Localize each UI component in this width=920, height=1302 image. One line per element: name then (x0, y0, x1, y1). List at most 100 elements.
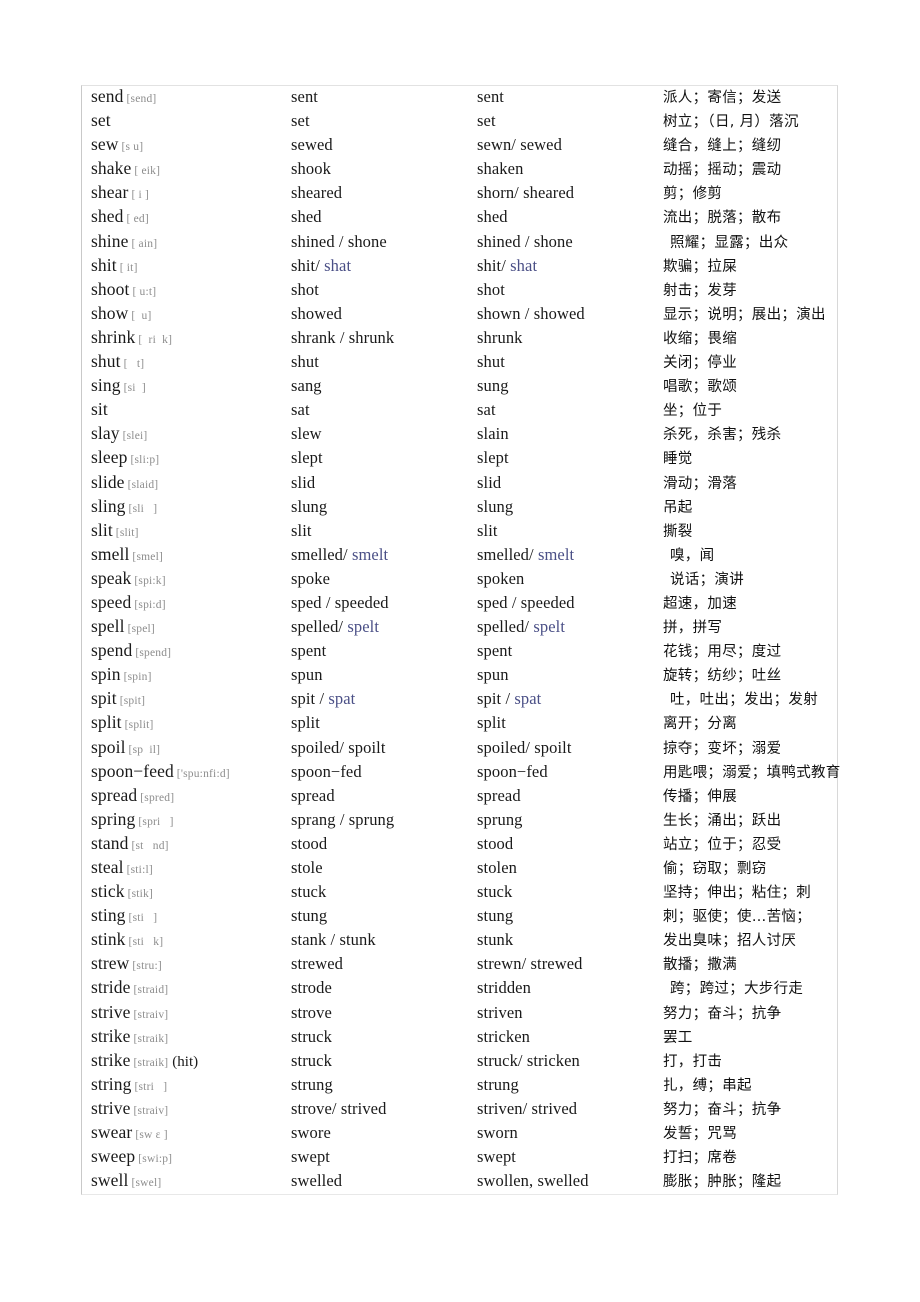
verb-past-cell: spelled/ spelt (291, 617, 477, 637)
verb-base-form: send (91, 86, 124, 106)
table-row: spin [spin] spun spun 旋转；纺纱；吐丝 (82, 664, 837, 688)
verb-past-form: shrank / shrunk (291, 327, 395, 347)
verb-base-cell: stink [sti k] (91, 929, 291, 950)
verb-participle-form: shit/ (477, 255, 511, 275)
verb-meaning-chinese: 散播；撒满 (663, 957, 737, 974)
verb-participle-cell: smelled/ smelt (477, 545, 663, 565)
verb-phonetic: [spri ] (138, 815, 174, 828)
verb-participle-form: slid (477, 472, 502, 492)
verb-participle-form: sprung (477, 809, 523, 829)
verb-meaning-cell: 吊起 (663, 496, 837, 517)
verb-participle-cell: sprung (477, 810, 663, 830)
verb-phonetic: [spend] (135, 647, 172, 660)
verb-participle-form: spit / (477, 689, 515, 709)
verb-base-cell: stick [stik] (91, 881, 291, 902)
table-row: spit [spit] spit / spat spit / spat 吐，吐出；发出；… (82, 688, 837, 712)
verb-meaning-cell: 发出臭味；招人讨厌 (663, 929, 837, 950)
verb-past-cell: spit / spat (291, 689, 477, 709)
verb-meaning-chinese: 唱歌；歌颂 (663, 379, 737, 396)
verb-phonetic: [ u:t] (132, 285, 157, 298)
verb-past-form: spoiled/ spoilt (291, 737, 386, 757)
verb-meaning-chinese: 发出臭味；招人讨厌 (663, 933, 797, 950)
verb-base-cell: slay [slei] (91, 423, 291, 444)
verb-base-cell: speed [spi:d] (91, 592, 291, 613)
verb-past-cell: swore (291, 1123, 477, 1143)
verb-phonetic: [spit] (119, 695, 146, 708)
verb-participle-cell: spit / spat (477, 689, 663, 709)
verb-base-cell: send [send] (91, 86, 291, 107)
verb-past-cell: sewed (291, 135, 477, 155)
verb-meaning-chinese: 嗅，闻 (670, 547, 715, 564)
verb-meaning-cell: 发誓；咒骂 (663, 1122, 837, 1143)
verb-meaning-chinese: 生长；涌出；跃出 (663, 812, 782, 829)
verb-base-form: strew (91, 953, 130, 974)
verb-phonetic: [sp il] (128, 743, 161, 756)
verb-base-cell: spend [spend] (91, 640, 291, 661)
verb-past-cell: spoon−fed (291, 762, 477, 782)
verb-base-cell: swell [swel] (91, 1170, 291, 1191)
verb-past-cell: shut (291, 352, 477, 372)
verb-past-cell: spent (291, 641, 477, 661)
verb-phonetic: [sti:l] (126, 864, 153, 876)
verb-phonetic: [ ain] (131, 237, 158, 250)
verb-base-form: sweep (91, 1146, 136, 1167)
verb-past-form: showed (291, 303, 343, 323)
verb-meaning-cell: 射击；发芽 (663, 279, 837, 300)
table-row: stride [straid] strode stridden 跨；跨过；大步行走 (82, 977, 837, 1001)
verb-past-form: strewed (291, 954, 344, 974)
verb-phonetic: [sti k] (128, 936, 164, 949)
verb-phonetic: [swel] (131, 1177, 162, 1190)
verb-meaning-cell: 坚持；伸出；粘住；刺 (663, 881, 837, 902)
verb-past-form: strove (291, 1002, 332, 1022)
verb-participle-form: spelled/ (477, 617, 534, 637)
table-row: sing [si ] sang sung 唱歌；歌颂 (82, 375, 837, 399)
verb-base-form: shoot (91, 278, 130, 299)
verb-past-cell: strove (291, 1003, 477, 1023)
verb-past-form: smelled/ (291, 544, 352, 564)
verb-base-cell: stride [straid] (91, 977, 291, 998)
verb-participle-cell: stricken (477, 1027, 663, 1047)
verb-participle-form: spun (477, 665, 509, 685)
verb-base-cell: spin [spin] (91, 664, 291, 685)
verb-meaning-chinese: 欺骗；拉屎 (663, 258, 737, 275)
verb-meaning-chinese: 缝合，缝上；缝纫 (663, 138, 782, 155)
verb-base-form: spoon−feed (91, 760, 174, 781)
verb-meaning-cell: 欺骗；拉屎 (663, 255, 837, 276)
verb-past-cell: sang (291, 376, 477, 396)
verb-meaning-cell: 流出；脱落；散布 (663, 206, 837, 227)
verb-participle-cell: spoiled/ spoilt (477, 738, 663, 758)
verb-participle-form: shined / shone (477, 231, 573, 251)
table-row: shed[ ed] shed shed 流出；脱落；散布 (82, 206, 837, 230)
verb-participle-cell: sped / speeded (477, 593, 663, 613)
verb-past-cell: slid (291, 473, 477, 493)
verb-meaning-chinese: 树立；（日, 月）落沉 (663, 114, 799, 131)
verb-base-form: shut (91, 351, 121, 372)
verb-base-form: stink (91, 929, 126, 950)
verb-participle-form: slit (477, 520, 498, 540)
verb-participle-cell: slung (477, 497, 663, 517)
verb-past-cell: slit (291, 521, 477, 541)
verb-participle-form-alt: spelt (533, 617, 566, 637)
verb-meaning-cell: 坐；位于 (663, 399, 837, 420)
verb-past-form: struck (291, 1026, 332, 1046)
verb-meaning-chinese: 吐，吐出；发出；发射 (670, 692, 818, 709)
verb-phonetic: [ it] (119, 261, 138, 274)
verb-meaning-cell: 撕裂 (663, 520, 837, 541)
verb-base-form: slit (91, 519, 113, 540)
verb-meaning-chinese: 站立；位于；忍受 (663, 836, 782, 853)
verb-base-cell: shit[ it] (91, 255, 291, 276)
verb-past-cell: shot (291, 280, 477, 300)
verb-meaning-cell: 花钱；用尽；度过 (663, 640, 837, 661)
verb-base-cell: set (91, 110, 291, 131)
verb-participle-form: stridden (477, 978, 531, 998)
verb-past-form: sprang / sprung (291, 809, 395, 829)
table-row: split [split] split split 离开；分离 (82, 712, 837, 736)
verb-base-cell: slide [slaid] (91, 472, 291, 493)
table-row: spell [spel] spelled/ spelt spelled/ spelt 拼… (82, 616, 837, 640)
verb-past-cell: slew (291, 424, 477, 444)
table-row: stand [st nd] stood stood 站立；位于；忍受 (82, 833, 837, 857)
verb-past-cell: spoke (291, 569, 477, 589)
verb-meaning-cell: 唱歌；歌颂 (663, 375, 837, 396)
verb-base-form: spell (91, 616, 125, 637)
verb-base-cell: shed[ ed] (91, 206, 291, 227)
